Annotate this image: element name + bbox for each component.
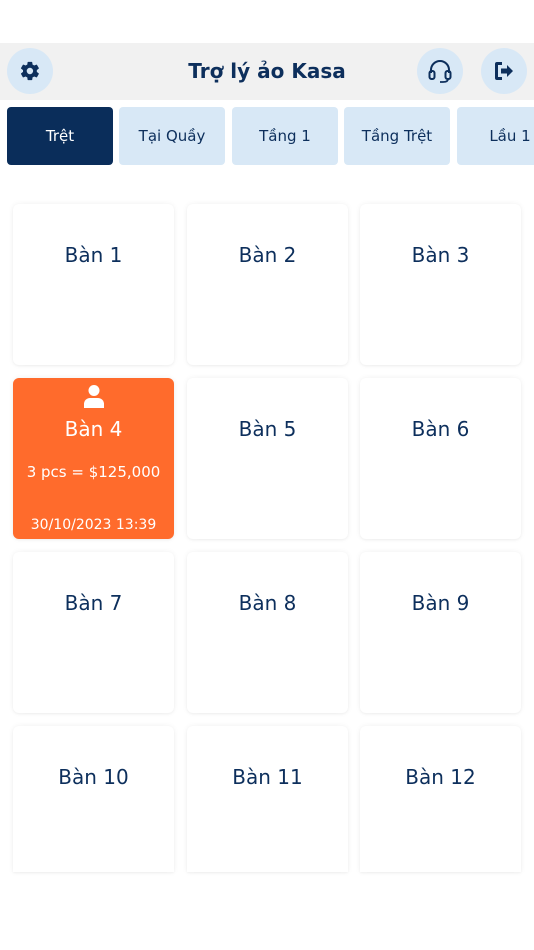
table-name: Bàn 7 (64, 591, 123, 615)
table-name: Bàn 4 (64, 417, 123, 441)
table-card-10[interactable]: Bàn 10 (13, 726, 174, 872)
table-name: Bàn 3 (411, 243, 470, 267)
table-card-9[interactable]: Bàn 9 (360, 552, 521, 713)
table-name: Bàn 2 (238, 243, 297, 267)
table-name: Bàn 5 (238, 417, 297, 441)
tab-lau-1[interactable]: Lầu 1 (457, 107, 534, 165)
support-button[interactable] (417, 48, 463, 94)
table-card-6[interactable]: Bàn 6 (360, 378, 521, 539)
tab-tang-tret[interactable]: Tầng Trệt (344, 107, 450, 165)
settings-button[interactable] (7, 48, 53, 94)
tab-tang-1[interactable]: Tầng 1 (232, 107, 338, 165)
table-card-11[interactable]: Bàn 11 (187, 726, 348, 872)
table-name: Bàn 8 (238, 591, 297, 615)
table-card-2[interactable]: Bàn 2 (187, 204, 348, 365)
headset-icon (428, 60, 452, 83)
user-icon (84, 385, 104, 408)
order-summary: 3 pcs = $125,000 (26, 463, 161, 481)
table-card-1[interactable]: Bàn 1 (13, 204, 174, 365)
table-card-12[interactable]: Bàn 12 (360, 726, 521, 872)
table-card-5[interactable]: Bàn 5 (187, 378, 348, 539)
gear-icon (20, 61, 39, 81)
logout-button[interactable] (481, 48, 527, 94)
table-name: Bàn 1 (64, 243, 123, 267)
table-card-7[interactable]: Bàn 7 (13, 552, 174, 713)
table-name: Bàn 9 (411, 591, 470, 615)
tab-tai-quay[interactable]: Tại Quầy (119, 107, 225, 165)
table-card-3[interactable]: Bàn 3 (360, 204, 521, 365)
table-card-8[interactable]: Bàn 8 (187, 552, 348, 713)
order-timestamp: 30/10/2023 13:39 (30, 517, 157, 533)
table-name: Bàn 10 (58, 765, 129, 789)
logout-icon (495, 62, 513, 80)
table-card-4[interactable]: Bàn 4 3 pcs = $125,000 30/10/2023 13:39 (13, 378, 174, 539)
tab-tret[interactable]: Trệt (7, 107, 113, 165)
table-name: Bàn 6 (411, 417, 470, 441)
table-name: Bàn 12 (405, 765, 476, 789)
table-name: Bàn 11 (232, 765, 303, 789)
app-header: Trợ lý ảo Kasa (0, 43, 534, 100)
floor-tabs: Trệt Tại Quầy Tầng 1 Tầng Trệt Lầu 1 (0, 107, 534, 165)
